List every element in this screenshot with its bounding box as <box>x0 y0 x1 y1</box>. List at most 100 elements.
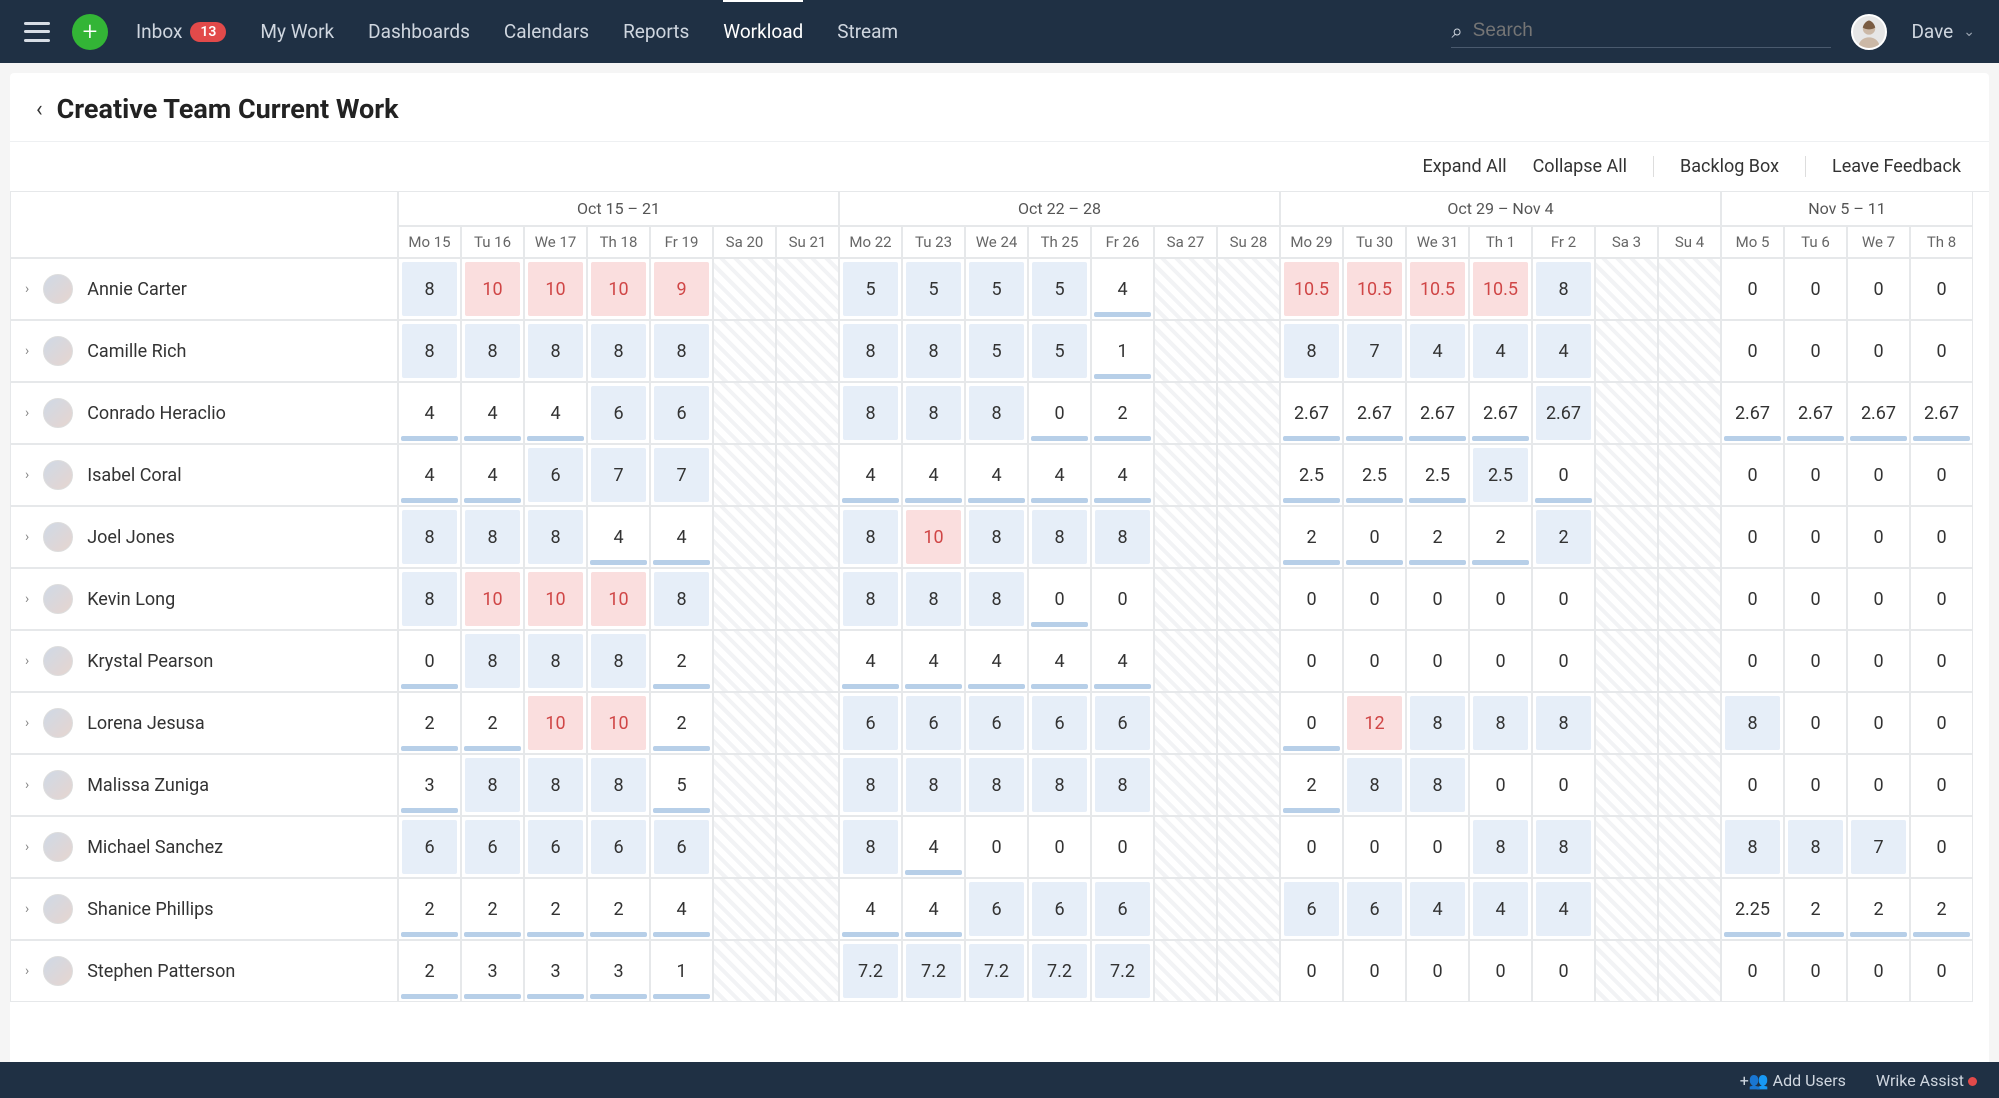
person-cell[interactable]: ›Michael Sanchez <box>10 816 398 878</box>
workload-cell[interactable]: 5 <box>965 320 1028 382</box>
expand-icon[interactable]: › <box>25 529 29 545</box>
wrike-assist-button[interactable]: Wrike Assist <box>1876 1071 1977 1090</box>
workload-cell[interactable]: 6 <box>524 444 587 506</box>
workload-cell[interactable]: 0 <box>1910 692 1973 754</box>
workload-cell[interactable]: 6 <box>1343 878 1406 940</box>
workload-cell[interactable]: 3 <box>587 940 650 1002</box>
workload-cell[interactable]: 0 <box>1847 940 1910 1002</box>
workload-cell[interactable]: 2.67 <box>1280 382 1343 444</box>
workload-cell[interactable]: 7 <box>587 444 650 506</box>
workload-cell[interactable]: 6 <box>650 382 713 444</box>
workload-cell[interactable]: 6 <box>587 382 650 444</box>
expand-icon[interactable]: › <box>25 653 29 669</box>
workload-cell[interactable]: 3 <box>398 754 461 816</box>
expand-icon[interactable]: › <box>25 901 29 917</box>
workload-cell[interactable] <box>1595 816 1658 878</box>
workload-cell[interactable]: 0 <box>1910 444 1973 506</box>
workload-cell[interactable]: 1 <box>1091 320 1154 382</box>
workload-cell[interactable] <box>1595 754 1658 816</box>
workload-cell[interactable]: 6 <box>1028 878 1091 940</box>
workload-cell[interactable] <box>1658 320 1721 382</box>
workload-cell[interactable]: 2 <box>1784 878 1847 940</box>
workload-cell[interactable] <box>776 754 839 816</box>
workload-cell[interactable]: 6 <box>839 692 902 754</box>
workload-cell[interactable] <box>1595 258 1658 320</box>
workload-cell[interactable] <box>713 320 776 382</box>
workload-cell[interactable]: 8 <box>1343 754 1406 816</box>
person-cell[interactable]: ›Malissa Zuniga <box>10 754 398 816</box>
workload-cell[interactable]: 8 <box>398 506 461 568</box>
workload-cell[interactable]: 8 <box>524 754 587 816</box>
workload-cell[interactable] <box>776 630 839 692</box>
expand-icon[interactable]: › <box>25 405 29 421</box>
workload-cell[interactable]: 2 <box>1847 878 1910 940</box>
workload-cell[interactable]: 0 <box>1784 444 1847 506</box>
workload-cell[interactable]: 0 <box>1280 692 1343 754</box>
workload-cell[interactable] <box>1217 754 1280 816</box>
workload-cell[interactable]: 4 <box>965 630 1028 692</box>
workload-cell[interactable]: 10.5 <box>1469 258 1532 320</box>
workload-cell[interactable] <box>1595 506 1658 568</box>
workload-cell[interactable]: 8 <box>1721 692 1784 754</box>
workload-cell[interactable]: 0 <box>1406 630 1469 692</box>
workload-cell[interactable]: 2.5 <box>1406 444 1469 506</box>
workload-cell[interactable]: 6 <box>587 816 650 878</box>
workload-cell[interactable]: 4 <box>1091 444 1154 506</box>
workload-cell[interactable]: 4 <box>839 444 902 506</box>
workload-cell[interactable]: 2 <box>398 878 461 940</box>
workload-cell[interactable]: 8 <box>1532 692 1595 754</box>
workload-cell[interactable] <box>713 630 776 692</box>
expand-icon[interactable]: › <box>25 591 29 607</box>
workload-cell[interactable]: 4 <box>1028 630 1091 692</box>
workload-cell[interactable]: 8 <box>1469 692 1532 754</box>
workload-cell[interactable] <box>776 258 839 320</box>
workload-cell[interactable] <box>1658 816 1721 878</box>
workload-cell[interactable] <box>1217 444 1280 506</box>
workload-cell[interactable]: 0 <box>1910 630 1973 692</box>
person-cell[interactable]: ›Conrado Heraclio <box>10 382 398 444</box>
workload-cell[interactable] <box>1217 258 1280 320</box>
workload-cell[interactable] <box>1154 630 1217 692</box>
workload-cell[interactable]: 0 <box>1721 754 1784 816</box>
workload-cell[interactable] <box>1658 878 1721 940</box>
workload-cell[interactable]: 0 <box>1532 568 1595 630</box>
workload-cell[interactable]: 0 <box>1091 816 1154 878</box>
workload-cell[interactable]: 0 <box>1784 258 1847 320</box>
workload-cell[interactable]: 4 <box>965 444 1028 506</box>
workload-cell[interactable]: 0 <box>1910 320 1973 382</box>
workload-cell[interactable] <box>776 506 839 568</box>
workload-cell[interactable]: 0 <box>1469 754 1532 816</box>
add-users-button[interactable]: +👥 Add Users <box>1740 1071 1846 1090</box>
workload-cell[interactable]: 2.67 <box>1469 382 1532 444</box>
workload-cell[interactable]: 0 <box>1721 444 1784 506</box>
workload-cell[interactable]: 8 <box>587 320 650 382</box>
person-cell[interactable]: ›Kevin Long <box>10 568 398 630</box>
workload-cell[interactable] <box>713 506 776 568</box>
workload-cell[interactable]: 12 <box>1343 692 1406 754</box>
expand-icon[interactable]: › <box>25 715 29 731</box>
workload-cell[interactable] <box>1658 444 1721 506</box>
workload-cell[interactable]: 0 <box>1910 754 1973 816</box>
workload-cell[interactable] <box>1658 692 1721 754</box>
workload-cell[interactable]: 2.67 <box>1532 382 1595 444</box>
workload-cell[interactable]: 5 <box>965 258 1028 320</box>
workload-cell[interactable]: 6 <box>1091 692 1154 754</box>
workload-cell[interactable]: 0 <box>1721 258 1784 320</box>
workload-cell[interactable]: 0 <box>1343 630 1406 692</box>
workload-cell[interactable]: 0 <box>1406 940 1469 1002</box>
person-cell[interactable]: ›Camille Rich <box>10 320 398 382</box>
workload-cell[interactable]: 6 <box>461 816 524 878</box>
workload-cell[interactable] <box>1658 940 1721 1002</box>
backlog-box[interactable]: Backlog Box <box>1680 156 1779 177</box>
workload-cell[interactable]: 8 <box>902 320 965 382</box>
nav-stream[interactable]: Stream <box>837 20 898 43</box>
workload-cell[interactable]: 8 <box>965 382 1028 444</box>
workload-cell[interactable]: 0 <box>965 816 1028 878</box>
nav-workload[interactable]: Workload <box>723 20 803 43</box>
workload-cell[interactable]: 2 <box>398 692 461 754</box>
workload-cell[interactable]: 0 <box>1532 940 1595 1002</box>
workload-cell[interactable]: 4 <box>587 506 650 568</box>
search-input[interactable] <box>1473 20 1832 42</box>
workload-cell[interactable]: 0 <box>1343 816 1406 878</box>
workload-cell[interactable] <box>713 940 776 1002</box>
